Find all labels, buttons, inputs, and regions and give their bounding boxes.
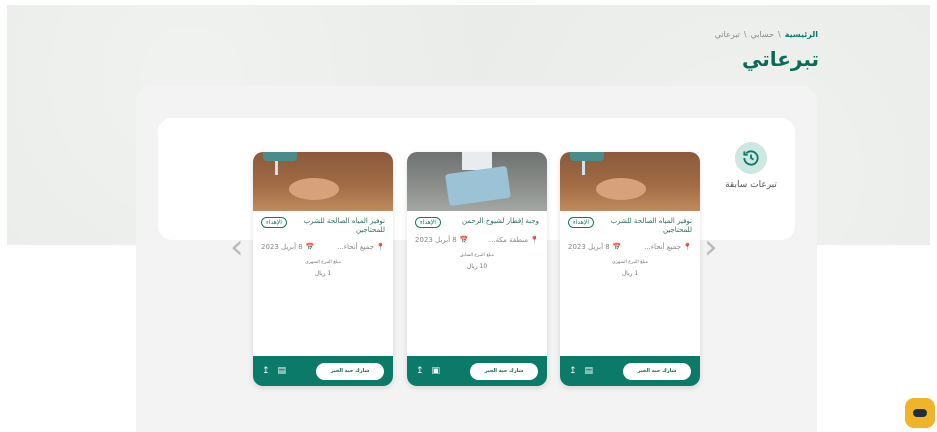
amount-label: مبلغ التبرع الشهري bbox=[305, 260, 341, 266]
breadcrumb-separator: \ bbox=[778, 30, 781, 39]
card-title: توفير المياه الصالحة للشرب للمحتاجين bbox=[610, 217, 692, 235]
history-icon bbox=[735, 142, 767, 174]
location-text: 📍 منطقة مكة... bbox=[488, 236, 539, 244]
share-good-button[interactable]: شارك حبة الخير bbox=[623, 362, 691, 380]
amount-label: مبلغ التبرع الشهري bbox=[612, 260, 648, 266]
card-footer: ↥ ▤ شارك حبة الخير bbox=[253, 356, 393, 386]
breadcrumb: الرئيسية \ حسابي \ تبرعاتي bbox=[715, 30, 818, 39]
gift-badge[interactable]: الإهداء bbox=[568, 217, 594, 228]
breadcrumb-current: تبرعاتي bbox=[714, 30, 740, 39]
carousel-next-icon[interactable]: › bbox=[704, 230, 718, 264]
share-icon[interactable]: ↥ bbox=[262, 366, 270, 376]
past-donations-label: تبرعات سابقة bbox=[725, 180, 777, 190]
share-icon[interactable]: ↥ bbox=[416, 366, 424, 376]
gift-icon[interactable]: ▣ bbox=[432, 366, 441, 376]
card-image bbox=[253, 152, 393, 211]
location-text: 📍 جميع أنحاء... bbox=[644, 243, 692, 252]
chat-icon bbox=[913, 409, 927, 417]
receipt-icon[interactable]: ▤ bbox=[585, 366, 594, 376]
breadcrumb-separator: \ bbox=[743, 30, 747, 39]
gift-badge[interactable]: الإهداء bbox=[415, 217, 441, 228]
share-icon[interactable]: ↥ bbox=[569, 366, 577, 376]
calendar-icon: 📅 bbox=[305, 243, 315, 252]
calendar-icon: 📅 bbox=[459, 236, 469, 244]
card-image bbox=[560, 152, 700, 211]
amount-value: 1 ريال bbox=[314, 270, 332, 278]
card-title: وجبة إفطار لشيوخ الرحمن bbox=[461, 217, 539, 225]
calendar-icon: 📅 bbox=[612, 243, 622, 252]
card-image bbox=[407, 152, 547, 211]
date-text: 📅 8 أبريل 2023 bbox=[261, 243, 315, 252]
donation-card[interactable]: توفير المياه الصالحة للشرب للمحتاجين الإ… bbox=[560, 152, 700, 386]
page-title: تبرعاتي bbox=[741, 47, 819, 71]
location-text: 📍 جميع أنحاء... bbox=[337, 243, 385, 252]
share-good-button[interactable]: شارك حبة الخير bbox=[316, 362, 384, 380]
amount-label: مبلغ التبرع السابق bbox=[459, 253, 495, 258]
breadcrumb-home[interactable]: الرئيسية bbox=[785, 30, 818, 39]
donation-card[interactable]: وجبة إفطار لشيوخ الرحمن الإهداء 📍 منطقة … bbox=[407, 152, 547, 386]
breadcrumb-account[interactable]: حسابي bbox=[751, 30, 774, 39]
chat-widget-button[interactable] bbox=[905, 398, 935, 428]
carousel-prev-icon[interactable]: ‹ bbox=[230, 230, 244, 264]
amount-value: 1 ريال bbox=[621, 270, 639, 278]
receipt-icon[interactable]: ▤ bbox=[278, 366, 287, 376]
date-text: 📅 8 أبريل 2023 bbox=[415, 236, 469, 244]
donation-card[interactable]: توفير المياه الصالحة للشرب للمحتاجين الإ… bbox=[253, 152, 393, 386]
card-footer: ↥ ▣ شارك حبة الخير bbox=[407, 356, 547, 386]
card-title: توفير المياه الصالحة للشرب للمحتاجين bbox=[303, 217, 385, 235]
gift-badge[interactable]: الإهداء bbox=[261, 217, 287, 228]
share-good-button[interactable]: شارك حبة الخير bbox=[470, 362, 538, 380]
amount-value: 10 ريال bbox=[466, 263, 488, 270]
date-text: 📅 8 أبريل 2023 bbox=[568, 243, 622, 252]
card-footer: ↥ ▤ شارك حبة الخير bbox=[560, 356, 700, 386]
